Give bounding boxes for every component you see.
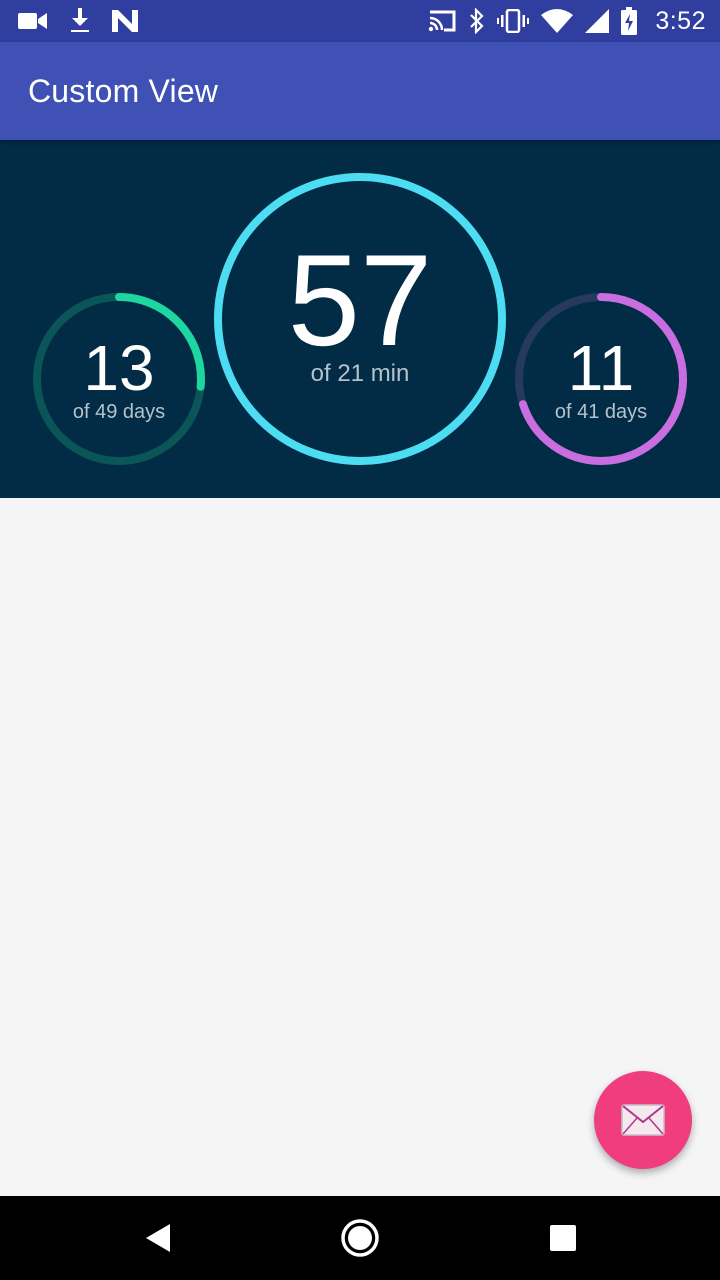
status-left-icons [18, 0, 138, 42]
download-icon [71, 8, 89, 32]
center-gauge-value: 57 [287, 227, 433, 373]
mail-icon [621, 1104, 665, 1136]
compose-mail-fab[interactable] [594, 1071, 692, 1169]
right-gauge-value: 11 [567, 332, 635, 404]
navigation-bar [0, 1196, 720, 1280]
center-gauge-label: of 21 min [310, 360, 410, 387]
left-gauge-label: of 49 days [72, 401, 166, 423]
home-button[interactable] [315, 1196, 405, 1280]
wifi-icon [541, 9, 574, 33]
right-gauge-label: of 41 days [554, 401, 648, 423]
battery-charging-icon [621, 7, 638, 35]
home-icon [341, 1219, 379, 1257]
progress-dashboard: 13 of 49 days 57 of 21 min 11 of 41 days [0, 140, 720, 498]
status-right-icons: 3:52 [427, 0, 706, 42]
status-clock: 3:52 [655, 6, 706, 35]
app-title: Custom View [28, 73, 219, 109]
screen: 3:52 Custom View 13 of 49 days 57 of 21 … [0, 0, 720, 1280]
vibrate-icon [497, 9, 530, 33]
status-bar: 3:52 [0, 0, 720, 42]
video-camera-icon [18, 13, 47, 29]
center-gauge-text: 57 of 21 min [230, 227, 490, 388]
back-button[interactable] [113, 1196, 203, 1280]
recents-button[interactable] [518, 1196, 608, 1280]
cell-signal-icon [585, 9, 610, 33]
left-gauge-text: 13 of 49 days [39, 336, 199, 424]
right-gauge-text: 11 of 41 days [521, 336, 681, 424]
cast-icon [429, 10, 456, 32]
recents-icon [550, 1225, 576, 1251]
app-bar: Custom View [0, 42, 720, 140]
bluetooth-icon [470, 8, 484, 34]
n-logo-icon [112, 10, 138, 32]
left-gauge-value: 13 [83, 332, 155, 404]
back-icon [146, 1224, 170, 1252]
